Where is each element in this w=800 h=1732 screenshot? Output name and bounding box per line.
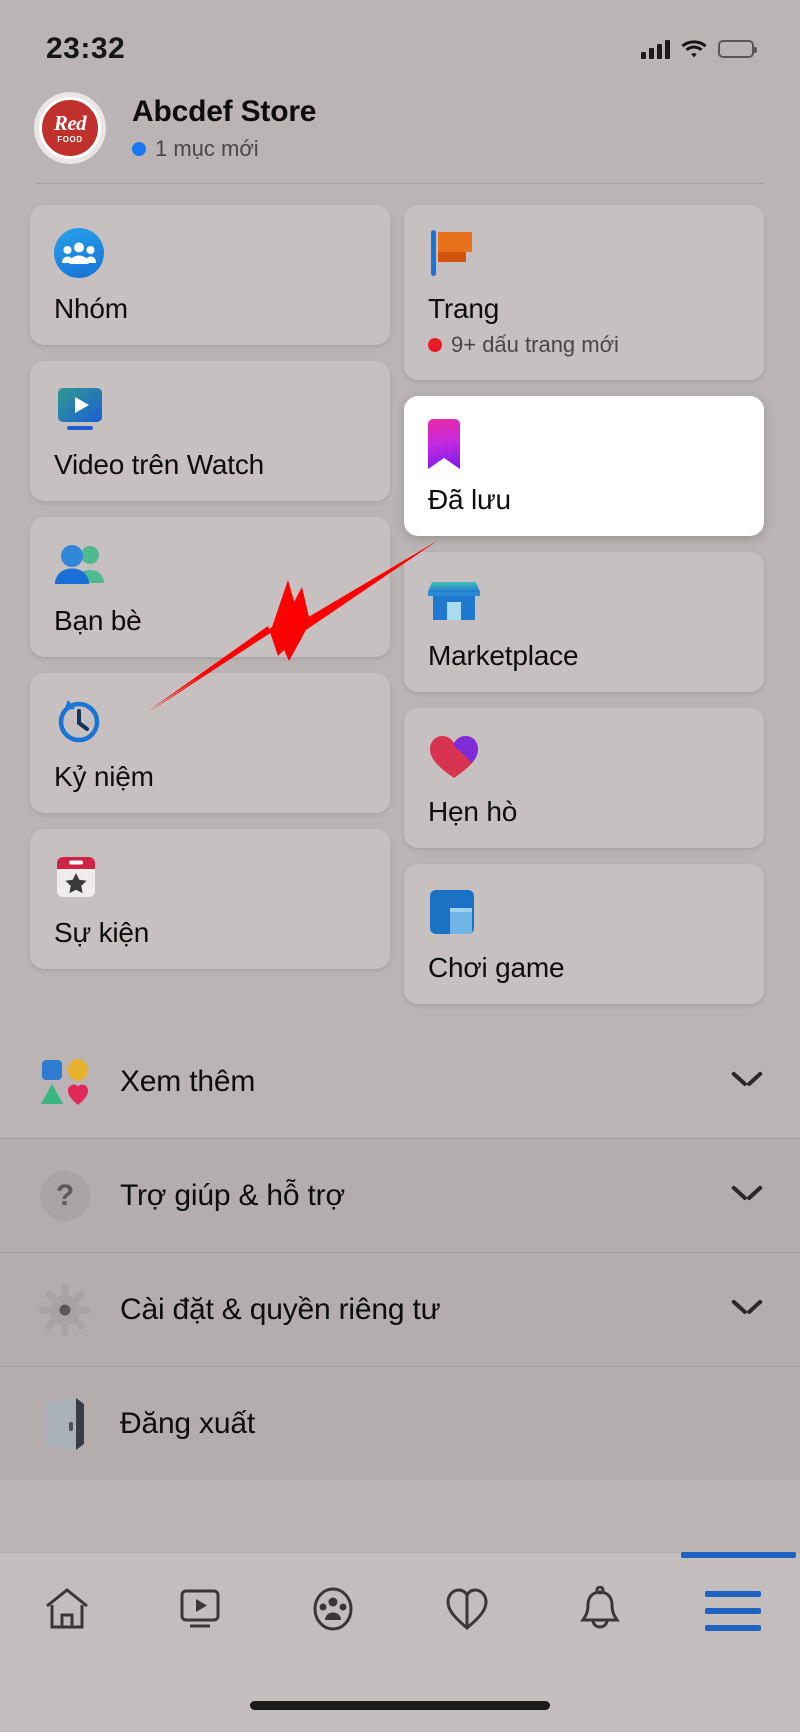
shortcuts-column-right: Trang 9+ dấu trang mới Đã lưu Marketplac…	[404, 205, 764, 1020]
marketplace-storefront-icon	[428, 574, 764, 626]
tile-label: Marketplace	[428, 640, 579, 671]
store-badge: 1 mục mới	[132, 136, 316, 162]
chevron-down-icon[interactable]	[730, 1065, 764, 1099]
menu-hamburger-icon	[705, 1591, 762, 1631]
row-label: Xem thêm	[120, 1064, 256, 1098]
notifications-bell-icon	[578, 1585, 622, 1637]
tile-ky-niem[interactable]: Kỷ niệm	[30, 673, 390, 813]
tile-badge-label: 9+ dấu trang mới	[451, 332, 619, 357]
logout-door-icon	[36, 1396, 94, 1452]
chevron-down-icon[interactable]	[730, 1293, 764, 1327]
settings-gear-icon	[36, 1283, 94, 1336]
unread-dot-icon	[428, 338, 442, 352]
menu-list: Xem thêm ? Trợ giúp & hỗ trợ Cài đặt & q…	[0, 1025, 800, 1480]
tile-video-tren-watch[interactable]: Video trên Watch	[30, 361, 390, 501]
store-header[interactable]: Red FOOD Abcdef Store 1 mục mới	[0, 76, 800, 180]
row-label: Đăng xuất	[120, 1406, 255, 1440]
row-label: Cài đặt & quyền riêng tư	[120, 1292, 441, 1326]
row-dang-xuat[interactable]: Đăng xuất	[0, 1367, 800, 1480]
cellular-signal-icon	[641, 39, 670, 59]
phone-screen: 23:32 Red FOOD Abcdef Store 1 mục mới Nh…	[0, 0, 800, 1732]
tile-trang[interactable]: Trang 9+ dấu trang mới	[404, 205, 764, 380]
tile-label: Bạn bè	[54, 605, 142, 636]
groups-icon	[309, 1587, 357, 1636]
gaming-icon	[428, 886, 764, 938]
store-badge-label: 1 mục mới	[155, 135, 259, 161]
bottom-nav-items	[0, 1552, 800, 1669]
home-icon	[44, 1587, 90, 1636]
tile-choi-game[interactable]: Chơi game	[404, 864, 764, 1004]
avatar-label-bottom: FOOD	[57, 134, 83, 144]
tile-label: Trang	[428, 293, 500, 324]
tile-label: Video trên Watch	[54, 449, 265, 480]
see-more-shapes-icon	[36, 1057, 94, 1107]
tile-label: Chơi game	[428, 952, 565, 983]
tile-label: Hẹn hò	[428, 796, 518, 827]
shortcuts-column-left: Nhóm Video trên Watch Bạn bè Kỷ niệm Sự …	[30, 205, 390, 985]
events-calendar-icon	[54, 851, 390, 903]
battery-low-power-icon	[718, 40, 757, 58]
help-question-icon: ?	[36, 1170, 94, 1221]
status-bar-icons	[641, 39, 757, 59]
wifi-icon	[681, 39, 707, 59]
chevron-down-icon[interactable]	[730, 1179, 764, 1213]
page-title: Abcdef Store	[132, 94, 317, 128]
bottom-navigation	[0, 1552, 800, 1732]
friends-icon	[54, 539, 390, 591]
saved-bookmark-icon	[428, 418, 764, 470]
new-item-dot-icon	[132, 141, 146, 156]
tile-label: Kỷ niệm	[54, 761, 154, 792]
avatar-label-top: Red	[53, 110, 87, 135]
tile-label: Sự kiện	[54, 917, 150, 948]
dating-heart-icon	[428, 730, 764, 782]
tile-su-kien[interactable]: Sự kiện	[30, 829, 390, 969]
avatar[interactable]: Red FOOD	[34, 92, 106, 164]
store-header-text: Abcdef Store 1 mục mới	[132, 95, 316, 162]
watch-video-icon	[54, 383, 390, 435]
status-bar-clock: 23:32	[46, 32, 126, 65]
groups-icon	[54, 227, 390, 279]
memories-clock-icon	[54, 695, 390, 747]
nav-home[interactable]	[0, 1553, 133, 1669]
watch-icon	[177, 1587, 223, 1636]
tile-da-luu[interactable]: Đã lưu	[404, 396, 764, 536]
tile-label: Nhóm	[54, 293, 128, 324]
row-label: Trợ giúp & hỗ trợ	[120, 1178, 345, 1212]
tile-hen-ho[interactable]: Hẹn hò	[404, 708, 764, 848]
tile-nhom[interactable]: Nhóm	[30, 205, 390, 345]
tile-badge: 9+ dấu trang mới	[428, 332, 764, 358]
header-divider	[36, 183, 764, 184]
pages-flag-icon	[428, 227, 764, 279]
status-bar: 23:32	[0, 0, 800, 76]
row-xem-them[interactable]: Xem thêm	[0, 1025, 800, 1138]
nav-watch[interactable]	[133, 1553, 266, 1669]
home-indicator	[250, 1701, 550, 1710]
row-cai-dat-quyen-rieng-tu[interactable]: Cài đặt & quyền riêng tư	[0, 1253, 800, 1366]
nav-menu[interactable]	[667, 1552, 800, 1669]
tile-ban-be[interactable]: Bạn bè	[30, 517, 390, 657]
help-question-glyph: ?	[40, 1170, 90, 1221]
tile-label: Đã lưu	[428, 484, 511, 515]
nav-notifications[interactable]	[533, 1553, 666, 1669]
nav-groups[interactable]	[267, 1553, 400, 1669]
row-tro-giup-ho-tro[interactable]: ? Trợ giúp & hỗ trợ	[0, 1139, 800, 1252]
tile-marketplace[interactable]: Marketplace	[404, 552, 764, 692]
nav-marketplace[interactable]	[400, 1553, 533, 1669]
marketplace-icon	[444, 1587, 490, 1636]
